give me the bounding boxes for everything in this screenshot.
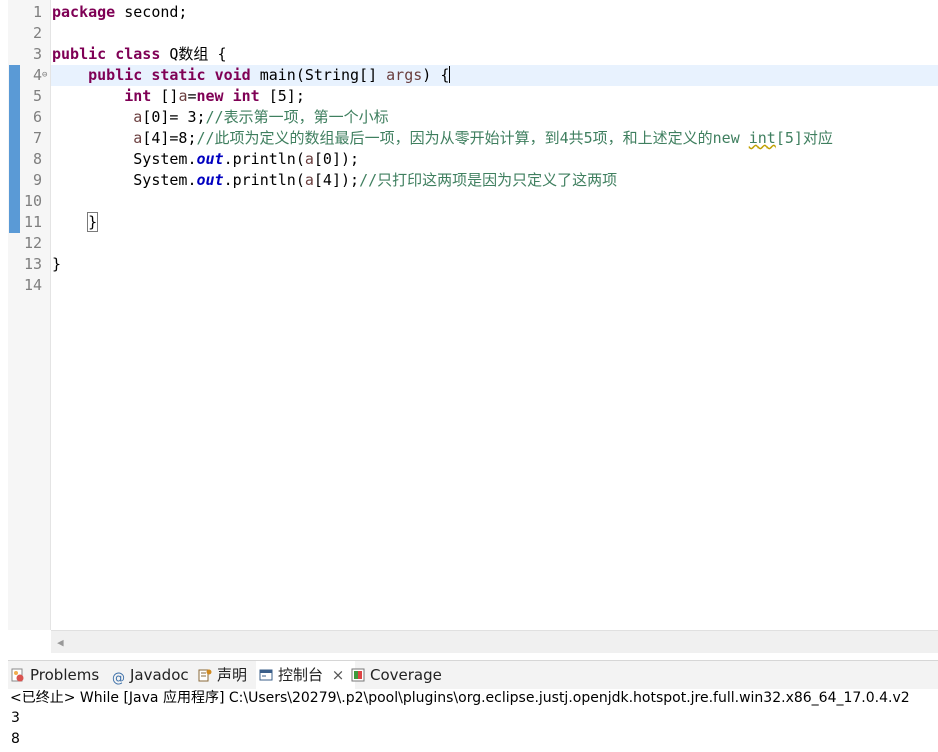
horizontal-scrollbar[interactable]: ◀	[51, 630, 938, 653]
code-token: }	[52, 255, 62, 273]
line-number: 11	[23, 213, 42, 231]
code-token: public	[52, 45, 107, 63]
code-token: second;	[115, 3, 188, 21]
code-token: a	[304, 150, 314, 168]
change-marker	[9, 65, 20, 233]
code-editor[interactable]: 1 2 3 4 5 6 7 8 9 10 11 12 13 14 ⊖ packa…	[0, 0, 938, 653]
text-caret	[449, 66, 451, 83]
code-token: System.	[52, 171, 197, 189]
editor-left-strip	[0, 0, 8, 652]
code-token: out	[196, 171, 224, 189]
code-token: []	[151, 87, 179, 105]
line-number: 10	[23, 192, 42, 210]
code-token: .println(	[223, 150, 305, 168]
code-line: }	[52, 254, 61, 275]
code-line: int []a=new int [5];	[52, 86, 305, 107]
code-line: a[4]=8;//此项为定义的数组最后一项，因为从零开始计算，到4共5项，和上述…	[52, 128, 833, 149]
code-token: Q数组 {	[160, 45, 227, 63]
code-token: new	[196, 87, 224, 105]
code-token: int	[748, 129, 776, 147]
scroll-left-icon[interactable]: ◀	[57, 636, 64, 649]
tab-label: Javadoc	[130, 666, 189, 684]
console-icon	[259, 663, 273, 681]
code-token: a	[304, 171, 314, 189]
problems-icon	[11, 663, 25, 682]
coverage-icon	[351, 663, 365, 682]
code-token: [5];	[259, 87, 305, 105]
console-output-line: 8	[11, 731, 20, 747]
console-output-line: 3	[11, 710, 20, 726]
tab-javadoc[interactable]: @ Javadoc	[112, 661, 189, 689]
fold-collapse-icon[interactable]: ⊖	[42, 65, 47, 86]
code-token: main(String[]	[250, 66, 387, 84]
code-line: a[0]= 3;//表示第一项，第一个小标	[52, 107, 389, 128]
code-token: ) {	[422, 66, 450, 84]
code-line: System.out.println(a[0]);	[52, 149, 359, 170]
tab-label: 声明	[217, 666, 248, 684]
code-token: }	[87, 212, 99, 232]
line-number: 6	[32, 108, 42, 126]
line-number: 2	[32, 24, 42, 42]
tab-declaration[interactable]: 声明	[198, 661, 247, 689]
code-line: System.out.println(a[4]);//只打印这两项是因为只定义了…	[52, 170, 617, 191]
code-line: public static void main(String[] args) {	[52, 65, 451, 86]
tab-console[interactable]: 控制台 ×	[256, 661, 355, 689]
line-number: 1	[32, 3, 42, 21]
code-token: [0]);	[313, 150, 360, 168]
tab-problems[interactable]: Problems	[11, 661, 99, 689]
code-token: package	[52, 3, 116, 21]
code-token: .println(	[223, 171, 305, 189]
code-line: }	[52, 212, 99, 233]
javadoc-icon: @	[112, 671, 125, 686]
code-token: [5]对应	[775, 129, 833, 147]
code-token: a	[133, 108, 143, 126]
tab-label: Problems	[30, 666, 100, 684]
code-token: System.	[52, 150, 197, 168]
code-token: a	[133, 129, 143, 147]
tab-label: Coverage	[370, 666, 442, 684]
code-token: class	[115, 45, 161, 63]
close-icon[interactable]: ×	[332, 666, 345, 684]
line-number: 3	[32, 45, 42, 63]
code-token: [4]);	[313, 171, 360, 189]
line-number: 7	[32, 129, 42, 147]
tab-label: 控制台	[278, 666, 324, 684]
line-number: 14	[23, 276, 42, 294]
code-token: =	[187, 87, 197, 105]
declaration-icon	[198, 663, 212, 682]
line-number: 9	[32, 171, 42, 189]
code-token: void	[214, 66, 251, 84]
code-token: int	[124, 87, 152, 105]
line-number: 8	[32, 150, 42, 168]
console-process-header: <已终止> While [Java 应用程序] C:\Users\20279\.…	[10, 690, 910, 706]
tab-coverage[interactable]: Coverage	[351, 661, 442, 689]
console-view[interactable]: <已终止> While [Java 应用程序] C:\Users\20279\.…	[8, 689, 938, 752]
code-line: package second;	[52, 2, 187, 23]
code-token: static	[151, 66, 206, 84]
code-token: public	[88, 66, 143, 84]
code-token: out	[196, 150, 224, 168]
code-token: [0]= 3;	[142, 108, 206, 126]
line-number: 13	[23, 255, 42, 273]
line-number: 12	[23, 234, 42, 252]
code-token: //表示第一项，第一个小标	[205, 108, 389, 126]
code-token: [4]=8;	[142, 129, 197, 147]
code-line: public class Q数组 {	[52, 44, 227, 65]
code-token: int	[232, 87, 260, 105]
code-token: args	[386, 66, 423, 84]
code-token: //此项为定义的数组最后一项，因为从零开始计算，到4共5项，和上述定义的new	[196, 129, 749, 147]
line-number: 5	[32, 87, 42, 105]
line-number: 4	[32, 66, 42, 84]
bottom-panel-tabs: Problems @ Javadoc 声明 控制台 × Coverage	[8, 660, 938, 690]
code-token: //只打印这两项是因为只定义了这两项	[359, 171, 618, 189]
